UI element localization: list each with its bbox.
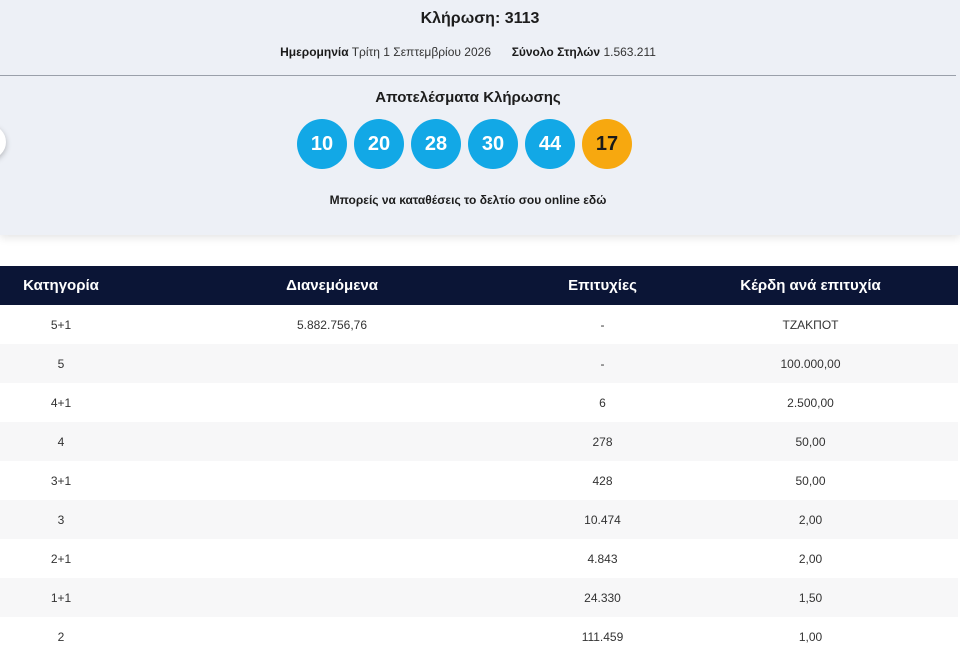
table-row: 4+1 6 2.500,00 [0, 383, 958, 422]
cell-prize: 2,00 [663, 539, 958, 578]
results-title: Αποτελέσματα Κλήρωσης [375, 89, 561, 106]
cell-category: 1+1 [0, 578, 122, 617]
header-winners: Επιτυχίες [542, 266, 663, 305]
draw-meta: Ημερομηνία Τρίτη 1 Σεπτεμβρίου 2026 Σύνο… [0, 45, 936, 59]
cell-winners: - [542, 344, 663, 383]
number-ball: 20 [354, 119, 404, 169]
cell-category: 5+1 [0, 305, 122, 344]
header-category: Κατηγορία [0, 266, 122, 305]
cell-category: 5 [0, 344, 122, 383]
table-row: 2+1 4.843 2,00 [0, 539, 958, 578]
cell-distributed [122, 617, 542, 656]
cell-prize: 50,00 [663, 422, 958, 461]
cell-category: 4+1 [0, 383, 122, 422]
columns-label: Σύνολο Στηλών [511, 45, 601, 59]
cell-category: 2 [0, 617, 122, 656]
divider [0, 75, 956, 76]
cell-category: 4 [0, 422, 122, 461]
cell-winners: 111.459 [542, 617, 663, 656]
table-row: 2 111.459 1,00 [0, 617, 958, 656]
table-row: 1+1 24.330 1,50 [0, 578, 958, 617]
cell-winners: 6 [542, 383, 663, 422]
draw-title: Κλήρωση: 3113 [420, 10, 540, 27]
date-label: Ημερομηνία [280, 45, 349, 59]
table-header-row: Κατηγορία Διανεμόμενα Επιτυχίες Κέρδη αν… [0, 266, 958, 305]
cell-prize: 50,00 [663, 461, 958, 500]
cell-distributed [122, 422, 542, 461]
cell-prize: 2,00 [663, 500, 958, 539]
cell-category: 3 [0, 500, 122, 539]
number-ball: 44 [525, 119, 575, 169]
carousel-prev-button[interactable] [0, 125, 6, 159]
table-row: 3 10.474 2,00 [0, 500, 958, 539]
cell-distributed [122, 344, 542, 383]
cell-prize: 100.000,00 [663, 344, 958, 383]
header-prize-per-winner: Κέρδη ανά επιτυχία [663, 266, 958, 305]
table-row: 4 278 50,00 [0, 422, 958, 461]
table-row: 3+1 428 50,00 [0, 461, 958, 500]
cell-category: 2+1 [0, 539, 122, 578]
table-row: 5 - 100.000,00 [0, 344, 958, 383]
cell-category: 3+1 [0, 461, 122, 500]
online-submit-link[interactable]: Μπορείς να καταθέσεις το δελτίο σου onli… [0, 193, 936, 207]
cell-winners: 428 [542, 461, 663, 500]
cell-winners: 278 [542, 422, 663, 461]
cell-prize: ΤΖΑΚΠΟΤ [663, 305, 958, 344]
number-ball: 10 [297, 119, 347, 169]
prize-table: Κατηγορία Διανεμόμενα Επιτυχίες Κέρδη αν… [0, 266, 958, 656]
joker-ball: 17 [582, 119, 632, 169]
cell-prize: 1,50 [663, 578, 958, 617]
cell-prize: 2.500,00 [663, 383, 958, 422]
cell-winners: 10.474 [542, 500, 663, 539]
cell-distributed [122, 539, 542, 578]
cell-distributed [122, 578, 542, 617]
cell-winners: - [542, 305, 663, 344]
draw-info-panel: Κλήρωση: 3113 Ημερομηνία Τρίτη 1 Σεπτεμβ… [0, 0, 960, 235]
winning-numbers: 10 20 28 30 44 17 [297, 119, 632, 169]
cell-winners: 24.330 [542, 578, 663, 617]
header-distributed: Διανεμόμενα [122, 266, 542, 305]
cell-distributed [122, 500, 542, 539]
cell-distributed [122, 461, 542, 500]
table-row: 5+1 5.882.756,76 - ΤΖΑΚΠΟΤ [0, 305, 958, 344]
cell-prize: 1,00 [663, 617, 958, 656]
cell-winners: 4.843 [542, 539, 663, 578]
cell-distributed [122, 383, 542, 422]
number-ball: 30 [468, 119, 518, 169]
date-value: Τρίτη 1 Σεπτεμβρίου 2026 [351, 45, 491, 59]
cell-distributed: 5.882.756,76 [122, 305, 542, 344]
columns-value: 1.563.211 [603, 45, 656, 59]
number-ball: 28 [411, 119, 461, 169]
